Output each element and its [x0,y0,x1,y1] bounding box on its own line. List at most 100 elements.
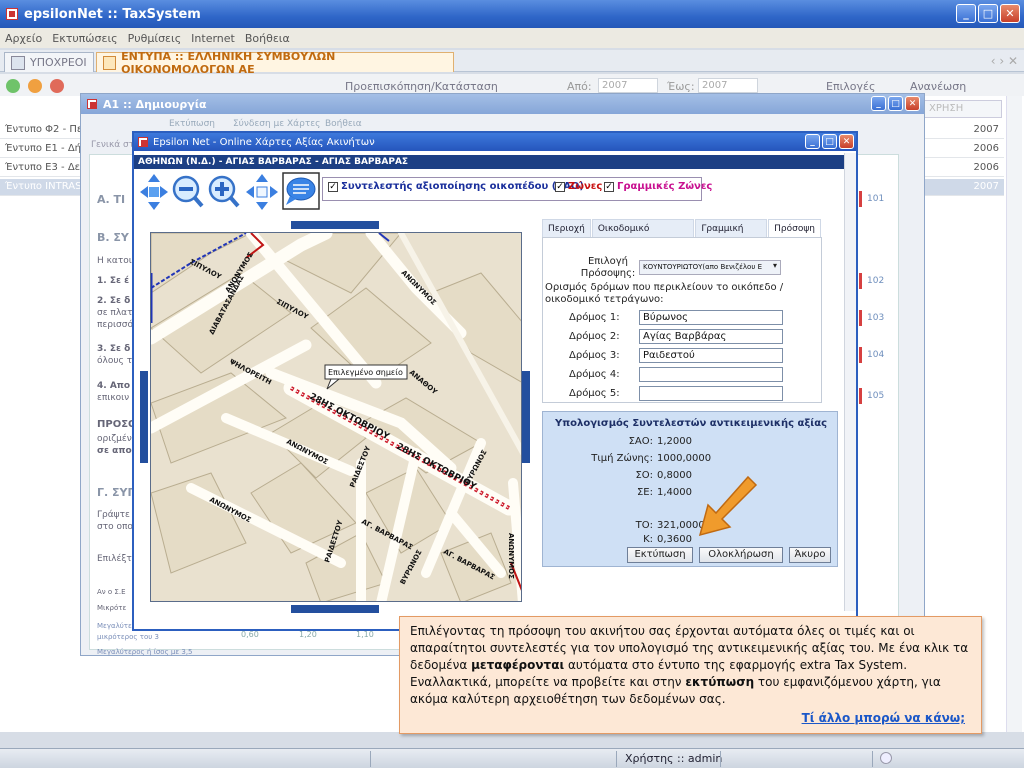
calc-se-value: 1,4000 [657,487,692,498]
row-code: 104 [859,347,884,363]
tab-forms[interactable]: ΕΝΤΥΠΑ :: ΕΛΛΗΝΙΚΗ ΣΥΜΒΟΥΛΩΝ ΟΙΚΟΝΟΜΟΛΟΓ… [96,50,454,76]
pan-west-button[interactable] [140,371,148,463]
zoom-in-icon[interactable] [208,175,240,208]
zoom-out-icon[interactable] [172,175,204,208]
tab-area[interactable]: Περιοχή [542,219,591,237]
calc-to-label: ΤΟ: [635,520,653,531]
close-button[interactable]: ✕ [1000,4,1020,23]
section-b-heading: Β. ΣΥ [97,231,129,244]
delete-icon[interactable] [50,79,64,93]
grid-scrollbar[interactable] [1006,96,1022,732]
minimize-button[interactable]: _ [956,4,976,23]
tab-facade[interactable]: Πρόσοψη [768,219,821,237]
a1-maximize-button[interactable]: □ [888,96,903,111]
tab-linear-zone[interactable]: Γραμμική Ζώνη [695,219,768,252]
facade-label: Επιλογή Πρόσοψης: [580,256,636,279]
item-1: 1. Σε έ [97,276,130,286]
complete-button[interactable]: Ολοκλήρωση [699,547,783,563]
maximize-button[interactable]: □ [978,4,998,23]
map-tools [140,172,320,210]
item-2-text2: περισσό [97,320,133,330]
calc-sao-value: 1,2000 [657,436,692,447]
calc-se-label: ΣΕ: [636,487,653,498]
facade-select[interactable]: ΚΟΥΝΤΟΥΡΙΩΤΟΥ(απο Βενιζέλου Ε [639,260,781,275]
print-button[interactable]: Εκτύπωση [627,547,693,563]
pan-east-button[interactable] [522,371,530,463]
bottom-row-3b: μικρότερος του 3 [97,633,159,641]
a1-close-button[interactable]: ✕ [905,96,920,111]
map-close-button[interactable]: ✕ [839,134,854,149]
pan-icon[interactable] [140,174,168,210]
calc-k-label: Κ: [643,534,653,545]
menu-prints[interactable]: Εκτυπώσεις [47,32,122,45]
road-4-input[interactable] [639,367,783,382]
road-3-input[interactable]: Ραιδεστού [639,348,783,363]
options-button[interactable]: Επιλογές [826,80,875,93]
map-maximize-button[interactable]: □ [822,134,837,149]
section-g-text-2: στο οπο [97,522,133,532]
layer-linear-zones-checkbox[interactable]: ✓ [604,181,614,192]
what-else-link[interactable]: Τί άλλο μπορώ να κάνω; [802,711,965,725]
layer-sao-checkbox[interactable]: ✓ [328,181,338,192]
item-4-text: επικοιν [97,393,130,403]
pan-south-button[interactable] [291,605,379,613]
location-bar: ΑΘΗΝΩΝ (Ν.Δ.) - ΑΓΙΑΣ ΒΑΡΒΑΡΑΣ - ΑΓΙΑΣ Β… [134,155,846,169]
menu-file[interactable]: Αρχείο [0,32,47,45]
info-bubble-icon[interactable] [282,172,320,210]
a1-help-button[interactable]: Βοήθεια [325,119,362,129]
layer-sao[interactable]: ✓ Συντελεστής αξιοποίησης οικοπέδου (ΣΑΟ… [328,181,584,192]
road-1-input[interactable]: Βύρωνος [639,310,783,325]
a1-print-button[interactable]: Εκτύπωση [169,119,215,129]
menu-internet[interactable]: Internet [186,32,240,45]
layer-zones[interactable]: ✓ Ζώνες [555,181,602,192]
road-2-input[interactable]: Αγίας Βαρβάρας [639,329,783,344]
a1-tab-general[interactable]: Γενικά στ [91,140,134,150]
map-canvas[interactable]: ΣΙΠΥΛΟΥ ΑΝΩΝΥΜΟΣ ΣΙΠΥΛΟΥ ΑΝΩΝΥΜΟΣ ΔΙΑΒΑΤ… [150,232,522,602]
app-title-bar: epsilonNet :: TaxSystem _ □ ✕ [0,0,1024,28]
print-preview-button[interactable]: Προεπισκόπηση/Κατάσταση [345,80,498,93]
attention-text: οριζμέν [97,434,132,444]
refresh-button[interactable]: Ανανέωση [910,80,966,93]
app-title: epsilonNet :: TaxSystem [24,6,201,22]
tabs-nav-icons[interactable]: ‹ › ✕ [991,54,1018,68]
section-a-heading: Α. ΤΙ [97,193,126,206]
section-g-text-1: Γράψτε [97,510,130,520]
a1-maps-link-button[interactable]: Σύνδεση με Χάρτες [233,119,320,129]
cancel-button[interactable]: Άκυρο [789,547,831,563]
bottom-val-3: 1,10 [356,630,374,639]
pan-north-button[interactable] [291,221,379,229]
from-year-select[interactable]: 2007 [598,78,658,93]
column-header-year[interactable]: ΧΡΗΣΗ [924,100,1002,118]
tab-taxpayers[interactable]: ΥΠΟΧΡΕΟΙ [4,52,94,72]
calc-so-label: ΣΟ: [635,470,653,481]
road-5-input[interactable] [639,386,783,401]
item-2-text: σε πλατ [97,308,133,318]
chevron-down-icon[interactable]: ▾ [773,261,777,270]
menu-help[interactable]: Βοήθεια [240,32,295,45]
menu-settings[interactable]: Ρυθμίσεις [123,32,187,45]
refresh-small-icon[interactable] [28,79,42,93]
add-icon[interactable] [6,79,20,93]
a1-minimize-button[interactable]: _ [871,96,886,111]
calculation-panel: Υπολογισμός Συντελεστών αντικειμενικής α… [542,411,838,567]
layer-linear-zones[interactable]: ✓ Γραμμικές Ζώνες [604,181,712,192]
arrow-pointer-icon [698,475,758,537]
status-indicator-icon [880,752,892,764]
bottom-val-1: 0,60 [241,630,259,639]
a1-icon [87,99,97,109]
to-label: Έως: [667,80,695,93]
attention-bold: σε απο [97,446,132,456]
streets-description: Ορισμός δρόμων που περικλείουν το οικόπε… [545,282,784,305]
map-minimize-button[interactable]: _ [805,134,820,149]
section-g-select: Επιλέξτ [97,554,132,564]
calc-zone-price-value: 1000,0000 [657,453,712,464]
layer-zones-checkbox[interactable]: ✓ [555,181,565,192]
calc-sao-label: ΣΑΟ: [628,436,653,447]
row-code: 102 [859,273,884,289]
forms-icon [103,55,117,70]
map-svg[interactable]: ΣΙΠΥΛΟΥ ΑΝΩΝΥΜΟΣ ΣΙΠΥΛΟΥ ΑΝΩΝΥΜΟΣ ΔΙΑΒΑΤ… [151,233,522,602]
full-extent-icon[interactable] [246,174,278,210]
to-year-select[interactable]: 2007 [698,78,758,93]
tab-building-block[interactable]: Οικοδομικό τετράγωνο [591,219,695,252]
map-window-scrollbar[interactable] [844,153,856,611]
